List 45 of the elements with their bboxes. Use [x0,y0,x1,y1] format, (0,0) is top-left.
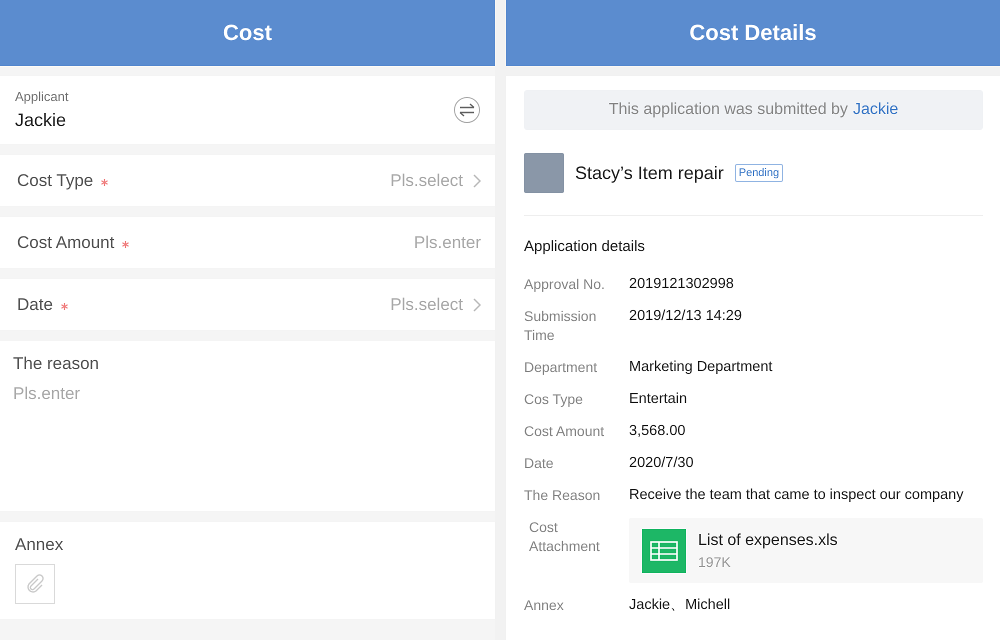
submitted-by-notice: This application was submitted by Jackie [524,90,983,130]
attachment-card[interactable]: List of expenses.xls 197K [629,518,983,583]
detail-label: Cost Attachment [528,518,601,556]
detail-label: Cos Type [524,390,584,409]
field-label: Cost Type [17,170,94,190]
chevron-right-icon [473,298,481,312]
paperclip-icon [25,574,45,594]
swap-arrows-icon [459,103,475,117]
file-size: 197K [698,554,732,570]
field-label: Cost Amount [17,232,114,252]
detail-value: 2019/12/13 14:29 [629,307,743,326]
detail-label: The Reason [524,486,602,505]
input-field[interactable]: Pls.enter [414,232,481,252]
detail-value: 2020/7/30 [629,454,695,473]
field-label: Date [17,294,53,314]
submitter-link[interactable]: Jackie [852,101,898,119]
request-title: Stacy’s Item repair [575,162,724,184]
detail-value: Receive the team that came to inspect our company [629,486,964,505]
chevron-right-icon [473,174,481,188]
select-field[interactable]: Pls.select [390,294,481,314]
detail-label: Submission Time [524,307,598,345]
applicant-label: Applicant [15,89,68,104]
section-title: Application details [524,238,646,255]
switch-button[interactable] [454,97,480,123]
detail-label: Cost Amount [524,422,606,441]
annex-label: Annex [15,535,64,555]
file-name: List of expenses.xls [698,532,838,550]
detail-value: Entertain [629,390,688,409]
detail-value: Marketing Department [629,358,774,377]
page-title: Cost [223,20,272,46]
status-tag: Pending [734,164,784,182]
detail-label: Date [524,454,555,473]
reason-field[interactable]: The reason Pls.enter [0,341,495,511]
detail-value: 3,568.00 [629,422,686,441]
detail-label: Department [524,358,598,377]
reason-label: The reason [13,354,100,374]
avatar-placeholder [524,153,564,193]
applicant-name: Jackie [15,110,68,131]
select-field[interactable]: Pls.select [390,170,481,190]
page-title: Cost Details [689,20,817,46]
detail-label: Annex [524,596,565,615]
detail-value: Jackie、Michell [629,596,732,615]
spreadsheet-icon [642,528,686,572]
detail-value: 2019121302998 [629,275,735,294]
detail-label: Approval No. [524,275,606,294]
